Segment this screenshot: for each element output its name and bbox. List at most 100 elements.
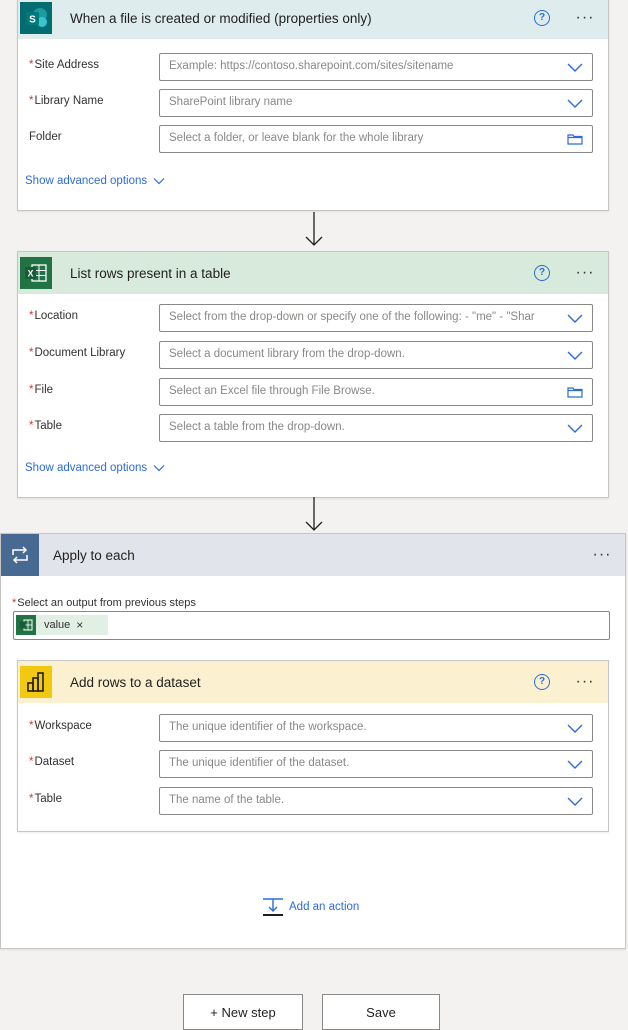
workspace-label: *Workspace [29,720,92,732]
add-rows-card: Add rows to a dataset ? ··· *Workspace T… [17,660,609,832]
dataset-row: *Dataset The unique identifier of the da… [18,750,608,778]
library-name-label: *Library Name [29,95,104,107]
location-placeholder: Select from the drop-down or specify one… [169,311,535,323]
apply-to-each-card: Apply to each ··· *Select an output from… [0,533,626,949]
workspace-row: *Workspace The unique identifier of the … [18,714,608,742]
show-advanced-options-link[interactable]: Show advanced options [25,462,165,474]
chevron-down-icon[interactable] [567,96,583,110]
more-options-icon[interactable]: ··· [589,546,615,564]
more-options-icon[interactable]: ··· [572,673,598,691]
apply-to-each-title: Apply to each [53,547,135,563]
folder-icon[interactable] [567,385,583,399]
site-address-field[interactable]: Example: https://contoso.sharepoint.com/… [159,53,593,81]
file-field[interactable]: Select an Excel file through File Browse… [159,378,593,406]
show-advanced-options-link[interactable]: Show advanced options [25,175,165,187]
add-action-icon [263,898,283,916]
dataset-table-row: *Table The name of the table. [18,787,608,815]
chevron-down-icon [153,465,165,472]
sharepoint-icon: S [20,2,52,34]
value-token-label: value [44,619,71,631]
add-rows-title: Add rows to a dataset [70,674,201,690]
document-library-row: *Document Library Select a document libr… [18,341,608,369]
table-placeholder: Select a table from the drop-down. [169,421,345,433]
dataset-label: *Dataset [29,756,75,768]
chevron-down-icon [153,178,165,185]
save-button[interactable]: Save [322,994,440,1030]
location-field[interactable]: Select from the drop-down or specify one… [159,304,593,332]
folder-placeholder: Select a folder, or leave blank for the … [169,132,424,144]
required-mark: * [29,720,34,732]
help-icon[interactable]: ? [534,10,550,26]
help-icon[interactable]: ? [534,674,550,690]
chevron-down-icon[interactable] [567,721,583,735]
required-mark: * [29,310,34,322]
powerbi-icon [20,666,52,698]
required-mark: * [29,384,34,396]
trigger-title: When a file is created or modified (prop… [70,10,372,26]
chevron-down-icon[interactable] [567,311,583,325]
site-address-label: *Site Address [29,59,100,71]
document-library-field[interactable]: Select a document library from the drop-… [159,341,593,369]
location-row: *Location Select from the drop-down or s… [18,304,608,332]
document-library-label: *Document Library [29,347,126,359]
trigger-card: S When a file is created or modified (pr… [17,0,609,211]
trigger-card-header[interactable]: S When a file is created or modified (pr… [18,0,608,39]
site-address-placeholder: Example: https://contoso.sharepoint.com/… [169,60,454,72]
file-placeholder: Select an Excel file through File Browse… [169,385,375,397]
required-mark: * [29,59,34,71]
dataset-table-label: *Table [29,793,62,805]
output-token-field[interactable]: value × [13,611,610,640]
chevron-down-icon[interactable] [567,794,583,808]
site-address-row: *Site Address Example: https://contoso.s… [18,53,608,81]
library-name-field[interactable]: SharePoint library name [159,89,593,117]
more-options-icon[interactable]: ··· [572,9,598,27]
chevron-down-icon[interactable] [567,421,583,435]
chevron-down-icon[interactable] [567,348,583,362]
excel-icon [16,615,36,635]
apply-to-each-header[interactable]: Apply to each ··· [1,534,625,576]
library-name-row: *Library Name SharePoint library name [18,89,608,117]
dataset-placeholder: The unique identifier of the dataset. [169,757,350,769]
connector-arrow-icon [305,212,323,246]
folder-label: Folder [29,131,62,143]
list-rows-card: X List rows present in a table ? ··· *Lo… [17,251,609,498]
folder-field[interactable]: Select a folder, or leave blank for the … [159,125,593,153]
table-field[interactable]: Select a table from the drop-down. [159,414,593,442]
add-rows-card-header[interactable]: Add rows to a dataset ? ··· [18,661,608,703]
document-library-placeholder: Select a document library from the drop-… [169,348,405,360]
value-token[interactable]: value × [16,615,108,635]
excel-icon: X [20,257,52,289]
dataset-table-placeholder: The name of the table. [169,794,285,806]
chevron-down-icon[interactable] [567,757,583,771]
add-an-action-button[interactable]: Add an action [262,897,359,917]
dataset-field[interactable]: The unique identifier of the dataset. [159,750,593,778]
required-mark: * [12,597,17,609]
connector-arrow-icon [305,497,323,531]
remove-token-icon[interactable]: × [76,618,83,632]
library-name-placeholder: SharePoint library name [169,96,293,108]
svg-text:X: X [27,269,33,279]
file-row: *File Select an Excel file through File … [18,378,608,406]
help-icon[interactable]: ? [534,265,550,281]
add-an-action-label: Add an action [289,901,360,913]
new-step-button[interactable]: + New step [183,994,303,1030]
file-label: *File [29,384,54,396]
required-mark: * [29,793,34,805]
dataset-table-field[interactable]: The name of the table. [159,787,593,815]
loop-icon [1,534,39,576]
chevron-down-icon[interactable] [567,60,583,74]
folder-icon[interactable] [567,132,583,146]
workspace-field[interactable]: The unique identifier of the workspace. [159,714,593,742]
required-mark: * [29,95,34,107]
svg-text:S: S [29,15,36,26]
list-rows-title: List rows present in a table [70,265,231,281]
required-mark: * [29,756,34,768]
location-label: *Location [29,310,78,322]
table-label: *Table [29,420,62,432]
table-row: *Table Select a table from the drop-down… [18,414,608,442]
list-rows-card-header[interactable]: X List rows present in a table ? ··· [18,252,608,294]
workspace-placeholder: The unique identifier of the workspace. [169,721,367,733]
required-mark: * [29,420,34,432]
folder-row: Folder Select a folder, or leave blank f… [18,125,608,153]
more-options-icon[interactable]: ··· [572,264,598,282]
